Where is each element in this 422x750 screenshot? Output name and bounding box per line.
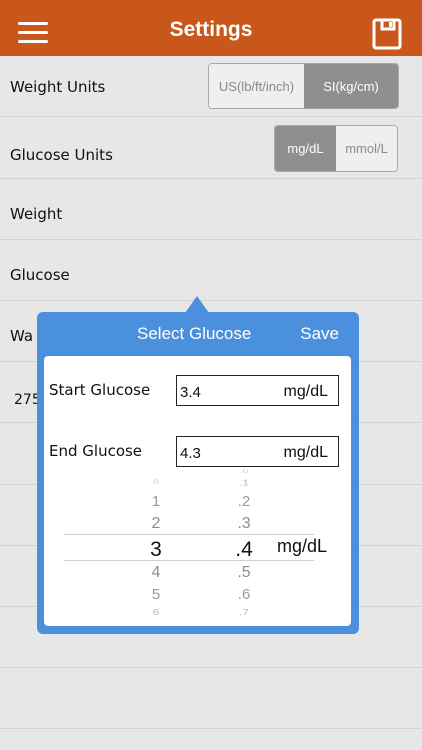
picker-option: .5 [237,564,251,581]
picker-option: .7 [238,607,249,617]
picker-option: .6 [237,586,251,603]
popover-arrow [185,296,209,313]
floppy-disk-icon[interactable] [372,18,402,50]
picker-option: 1 [151,493,161,510]
weight-units-option-si[interactable]: SI(kg/cm) [304,64,398,108]
picker-option: .2 [237,493,251,510]
glucose-units-option-mgdl[interactable]: mg/dL [275,126,336,171]
partial-row-label: Wa [10,327,34,345]
picker-selection-line [64,534,314,535]
weight-row[interactable]: Weight [0,179,422,240]
weight-label: Weight [10,205,63,223]
picker-selection-line [64,560,314,561]
picker-option: 2 [151,515,161,532]
glucose-units-label: Glucose Units [10,146,113,164]
picker-selected-whole: 3 [150,538,162,561]
end-glucose-label: End Glucose [49,442,143,460]
weight-units-row: Weight Units US(lb/ft/inch) SI(kg/cm) [0,56,422,117]
page-title: Settings [169,18,253,41]
start-glucose-unit: mg/dL [283,383,328,400]
picker-option: 6 [152,607,160,617]
select-glucose-popover: Select Glucose Save Start Glucose 3.4 mg… [37,312,359,634]
glucose-units-segmented-control: mg/dL mmol/L [274,125,398,172]
end-glucose-field[interactable]: 4.3 mg/dL [176,436,339,467]
start-glucose-value: 3.4 [180,384,201,401]
picker-option: .3 [237,515,251,532]
picker-option: 4 [151,564,161,581]
picker-option: 5 [151,586,161,603]
picker-option: .1 [238,478,249,488]
picker-unit-label: mg/dL [277,536,328,556]
glucose-units-row: Glucose Units mg/dL mmol/L [0,117,422,179]
start-glucose-label: Start Glucose [49,381,151,399]
glucose-row[interactable]: Glucose [0,240,422,301]
popover-save-button[interactable]: Save [300,324,339,344]
glucose-label: Glucose [10,266,70,284]
picker-option: 0 [152,478,160,486]
start-glucose-field[interactable]: 3.4 mg/dL [176,375,339,406]
popover-body: Start Glucose 3.4 mg/dL End Glucose 4.3 … [44,356,351,626]
glucose-units-option-mmoll[interactable]: mmol/L [336,126,397,171]
picker-option: .0 [239,468,249,475]
popover-title: Select Glucose [137,324,252,343]
picker-selected-decimal: .4 [235,538,253,561]
end-glucose-value: 4.3 [180,445,201,462]
list-row [0,668,422,729]
weight-units-label: Weight Units [10,78,106,96]
end-glucose-unit: mg/dL [283,444,328,461]
weight-units-option-us[interactable]: US(lb/ft/inch) [209,64,304,108]
weight-units-segmented-control: US(lb/ft/inch) SI(kg/cm) [208,63,399,109]
header-bar: Settings [0,0,422,56]
